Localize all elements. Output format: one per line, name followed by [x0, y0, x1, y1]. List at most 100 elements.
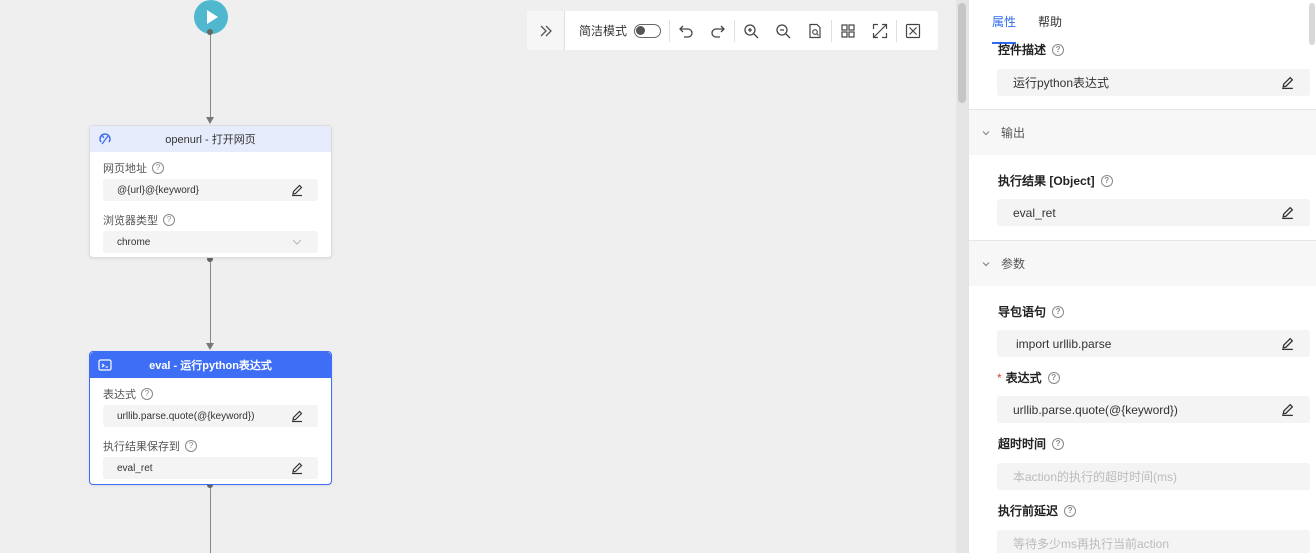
search-document-icon [809, 23, 821, 38]
edit-pen-icon[interactable] [290, 183, 304, 197]
result-var-value: eval_ret [117, 462, 153, 474]
timeout-placeholder: 本action的执行的超时时间(ms) [1013, 470, 1178, 484]
field-label: 浏览器类型? [103, 212, 318, 228]
chevron-down-icon [982, 130, 990, 135]
canvas-toolbar: 简洁模式 [527, 11, 938, 50]
zoom-out-icon [776, 23, 791, 38]
description-value: 运行python表达式 [1013, 76, 1110, 90]
import-field[interactable]: import urllib.parse [997, 330, 1310, 357]
chevron-down-icon [292, 239, 302, 245]
help-icon[interactable]: ? [185, 440, 197, 452]
close-box-icon [905, 23, 921, 38]
description-label: 控件描述? [998, 41, 1065, 58]
help-icon[interactable]: ? [141, 388, 153, 400]
edit-pen-icon[interactable] [290, 409, 304, 423]
panel-scrollbar[interactable] [1308, 0, 1316, 553]
redo-icon [711, 25, 725, 38]
output-result-label: 执行结果 [Object]? [998, 172, 1113, 189]
node-header: eval - 运行python表达式 [90, 352, 331, 378]
eval-node[interactable]: eval - 运行python表达式 表达式? urllib.parse.quo… [89, 351, 332, 485]
field-label: 网页地址? [103, 160, 318, 176]
openurl-node[interactable]: openurl - 打开网页 网页地址? @{url}@{keyword} 浏览… [89, 125, 332, 258]
help-icon[interactable]: ? [1052, 43, 1065, 56]
output-section-header[interactable]: 输出 [969, 109, 1316, 155]
help-icon[interactable]: ? [163, 214, 175, 226]
help-icon[interactable]: ? [1100, 174, 1113, 187]
params-section-title: 参数 [1001, 257, 1026, 271]
delay-label: 执行前延迟? [998, 502, 1077, 519]
close-canvas-button[interactable] [897, 20, 929, 42]
help-icon[interactable]: ? [152, 162, 164, 174]
description-field[interactable]: 运行python表达式 [997, 69, 1310, 96]
scrollbar-thumb[interactable] [958, 3, 966, 103]
delay-placeholder: 等待多少ms再执行当前action [1013, 537, 1170, 551]
connector-line [210, 33, 211, 121]
chevron-down-icon [982, 261, 990, 266]
canvas-scrollbar[interactable] [956, 0, 968, 553]
edit-pen-icon[interactable] [1280, 402, 1295, 417]
zoom-out-button[interactable] [767, 20, 799, 42]
toggle-switch[interactable] [634, 23, 662, 38]
panel-expression-field[interactable]: urllib.parse.quote(@{keyword}) [997, 396, 1310, 423]
edit-pen-icon[interactable] [1280, 336, 1295, 351]
browser-type-select[interactable]: chrome [103, 231, 318, 253]
edit-pen-icon[interactable] [1280, 75, 1295, 90]
url-value: @{url}@{keyword} [117, 184, 200, 196]
delay-input[interactable]: 等待多少ms再执行当前action [997, 530, 1310, 553]
connector-line [210, 260, 211, 347]
properties-panel: 属性 帮助 控件描述? 运行python表达式 输出 执行结果 [Object]… [968, 0, 1316, 553]
undo-button[interactable] [670, 20, 702, 42]
output-result-field[interactable]: eval_ret [997, 199, 1310, 226]
fit-view-button[interactable] [799, 20, 831, 42]
timeout-label: 超时时间? [998, 435, 1065, 452]
terminal-icon [98, 359, 112, 371]
expand-panel-button[interactable] [527, 11, 565, 50]
output-section-title: 输出 [1001, 126, 1026, 140]
fullscreen-button[interactable] [864, 20, 896, 42]
field-label: 执行结果保存到? [103, 438, 318, 454]
layout-grid-icon [841, 23, 855, 38]
help-icon[interactable]: ? [1052, 437, 1065, 450]
expression-value: urllib.parse.quote(@{keyword}) [117, 410, 255, 422]
connector-arrow-icon [206, 117, 214, 124]
zoom-in-button[interactable] [735, 20, 767, 42]
url-field[interactable]: @{url}@{keyword} [103, 179, 318, 201]
tab-help[interactable]: 帮助 [1038, 0, 1062, 44]
help-icon[interactable]: ? [1047, 371, 1060, 384]
help-icon[interactable]: ? [1064, 504, 1077, 517]
node-header: openurl - 打开网页 [90, 126, 331, 152]
import-label: 导包语句? [998, 303, 1065, 320]
field-label: 表达式? [103, 386, 318, 402]
node-title: openurl - 打开网页 [165, 134, 256, 146]
edit-pen-icon[interactable] [1280, 205, 1295, 220]
expand-icon [872, 23, 888, 38]
timeout-input[interactable]: 本action的执行的超时时间(ms) [997, 463, 1310, 490]
panel-expression-value: urllib.parse.quote(@{keyword}) [1013, 402, 1178, 417]
browser-refresh-icon [99, 133, 111, 145]
params-section-header[interactable]: 参数 [969, 240, 1316, 286]
flow-canvas[interactable]: openurl - 打开网页 网页地址? @{url}@{keyword} 浏览… [0, 0, 968, 553]
zoom-in-icon [744, 23, 759, 38]
simple-mode-toggle[interactable]: 简洁模式 [565, 19, 671, 42]
connector-line [210, 487, 211, 553]
double-chevron-right-icon [540, 25, 552, 36]
help-icon[interactable]: ? [1052, 305, 1065, 318]
connector-arrow-icon [206, 343, 214, 350]
panel-tabs: 属性 帮助 [969, 0, 1309, 44]
result-var-field[interactable]: eval_ret [103, 457, 318, 479]
output-result-value: eval_ret [1013, 205, 1056, 220]
tab-properties[interactable]: 属性 [992, 0, 1017, 44]
node-title: eval - 运行python表达式 [149, 360, 272, 372]
undo-icon [679, 25, 693, 38]
redo-button[interactable] [702, 20, 734, 42]
browser-type-value: chrome [117, 236, 151, 248]
layout-button[interactable] [832, 20, 864, 42]
expression-field[interactable]: urllib.parse.quote(@{keyword}) [103, 405, 318, 427]
panel-scrollbar-thumb[interactable] [1309, 3, 1315, 45]
import-value: import urllib.parse [1016, 336, 1112, 351]
connector-dot [207, 29, 213, 35]
simple-mode-label: 简洁模式 [579, 24, 628, 38]
required-mark: * [997, 370, 1002, 385]
edit-pen-icon[interactable] [290, 461, 304, 475]
expression-label: * 表达式? [997, 369, 1060, 386]
